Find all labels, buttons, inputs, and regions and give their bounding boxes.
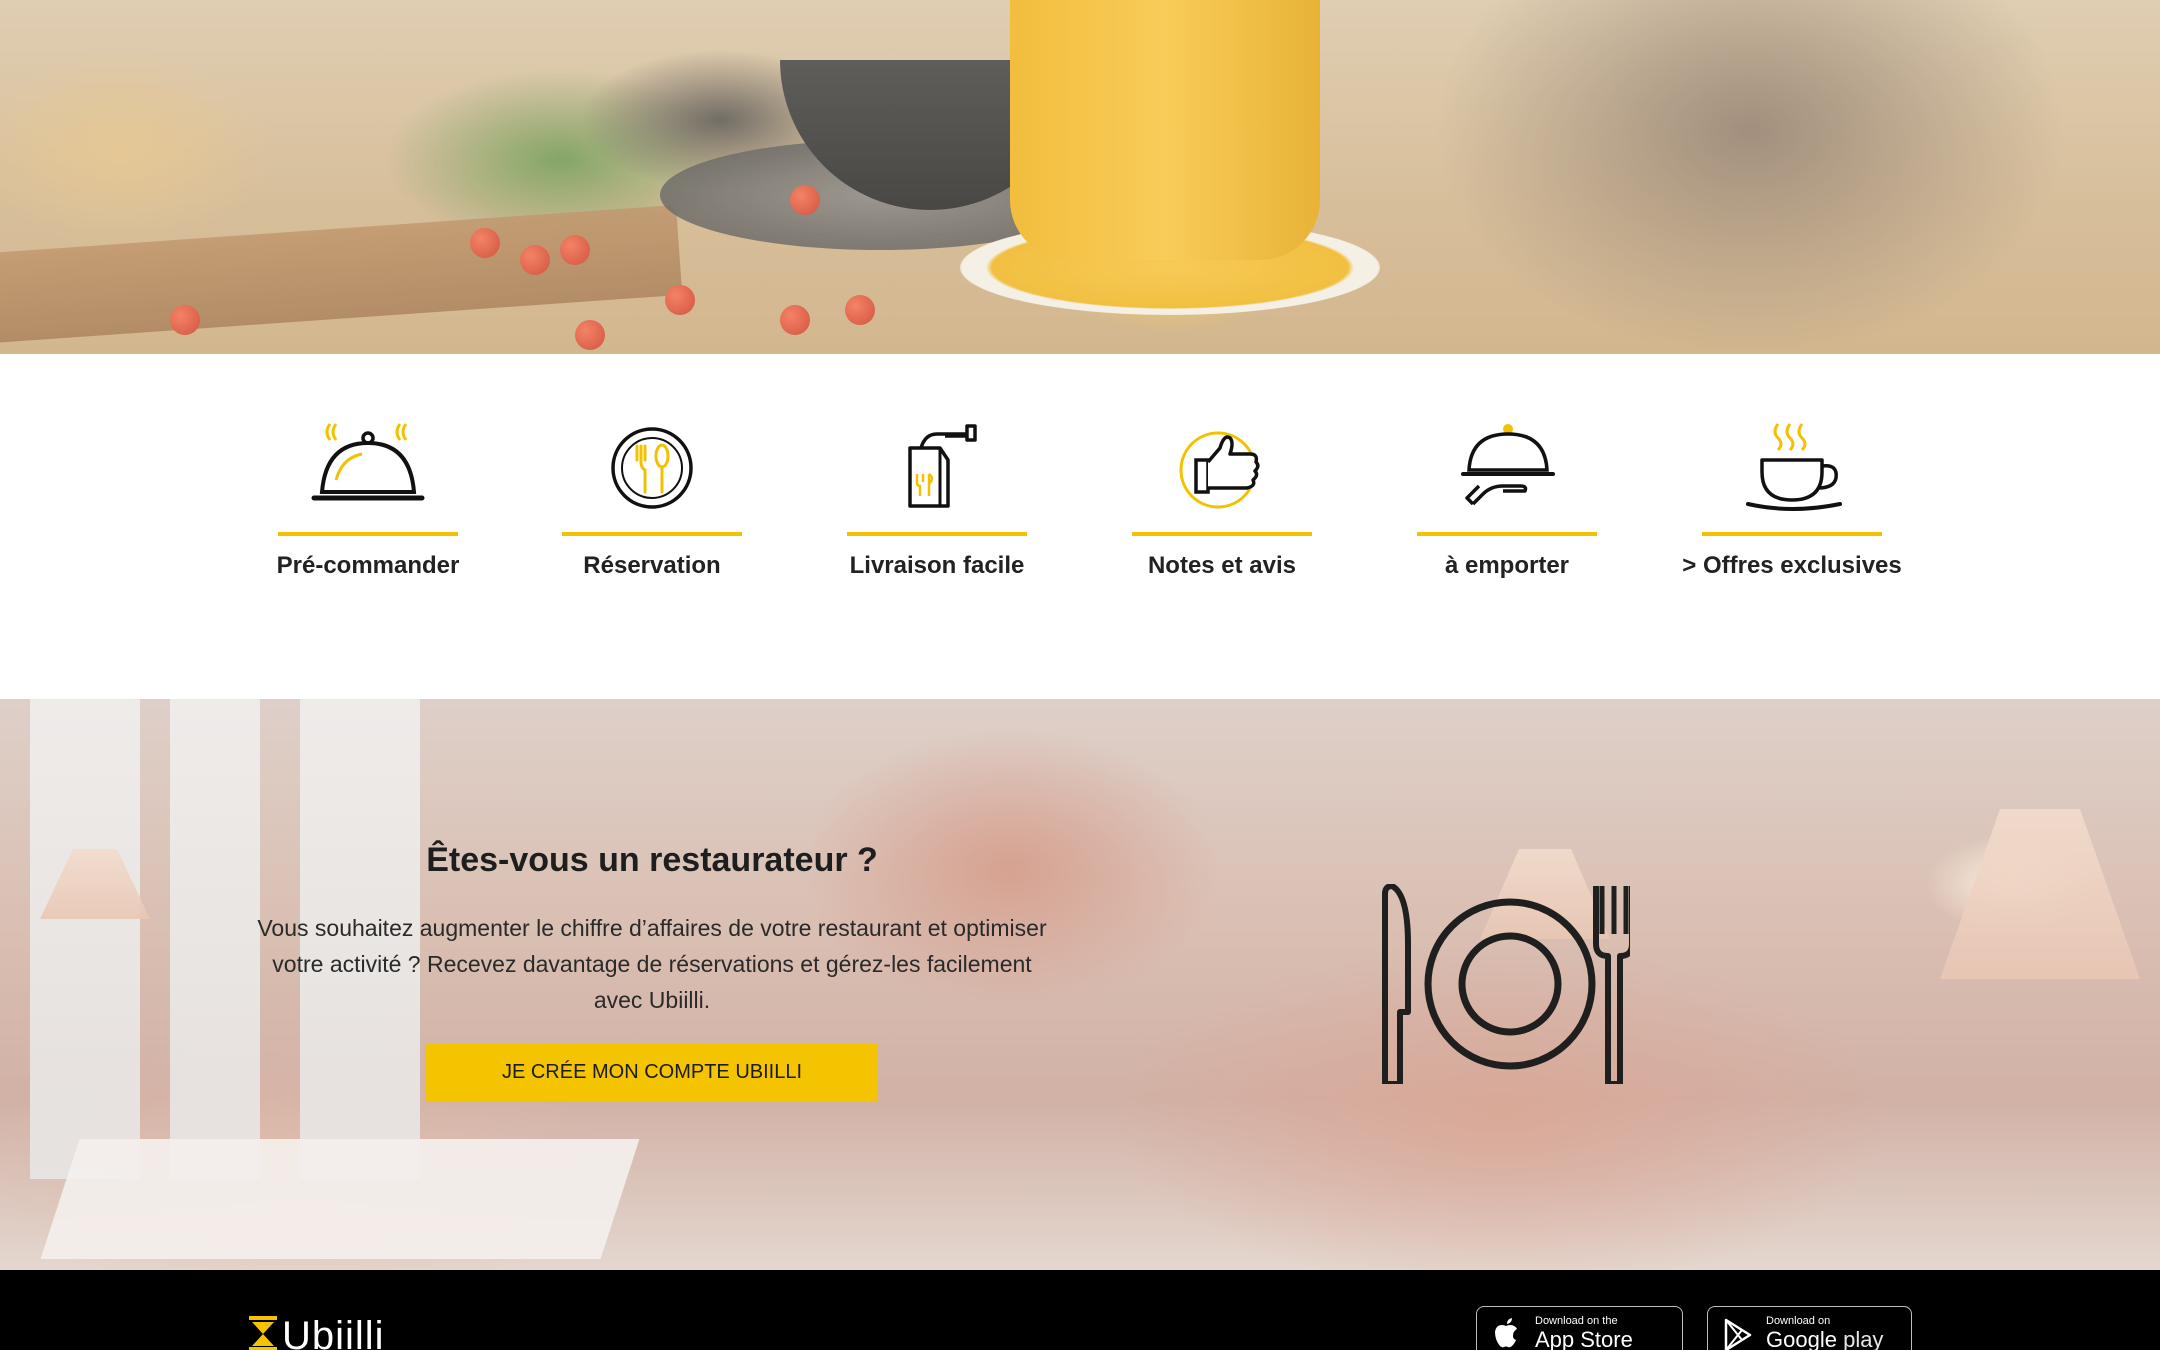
- footer: Ubiilli Download on the App Store Downlo…: [0, 1270, 2160, 1350]
- feature-a-emporter[interactable]: à emporter: [1387, 418, 1627, 588]
- feature-notes-avis[interactable]: Notes et avis: [1102, 418, 1342, 588]
- restaurateur-title: Êtes-vous un restaurateur ?: [426, 841, 878, 879]
- google-play-big: Google: [1766, 1327, 1837, 1350]
- feature-underline: [562, 532, 742, 536]
- thumbs-up-icon: [1179, 431, 1260, 509]
- feature-label: Notes et avis: [1147, 552, 1297, 579]
- google-play-small: Download on: [1766, 1315, 1831, 1327]
- app-store-badge[interactable]: Download on the App Store: [1476, 1306, 1683, 1350]
- google-play-icon: [1724, 1318, 1752, 1350]
- feature-precommander[interactable]: Pré-commander: [248, 418, 488, 588]
- coffee-cup-icon: [1746, 423, 1842, 511]
- feature-label: Réservation: [583, 552, 721, 579]
- feature-label: > Offres exclusives: [1682, 552, 1902, 579]
- apple-icon: [1495, 1318, 1517, 1348]
- feature-label: Livraison facile: [849, 552, 1025, 579]
- logo-text: Ubiilli: [282, 1314, 385, 1350]
- feature-underline: [1417, 532, 1597, 536]
- restaurateur-section: Êtes-vous un restaurateur ? Vous souhait…: [0, 699, 2160, 1270]
- feature-underline: [278, 532, 458, 536]
- knife-plate-fork-icon: [1382, 884, 1630, 1084]
- feature-underline: [847, 532, 1027, 536]
- plate-cutlery-icon: [611, 427, 693, 509]
- google-play-big-suffix: play: [1843, 1327, 1884, 1350]
- create-account-button[interactable]: JE CRÉE MON COMPTE UBIILLI: [426, 1043, 878, 1102]
- ubiilli-logo[interactable]: Ubiilli: [248, 1316, 385, 1350]
- feature-underline: [1132, 532, 1312, 536]
- app-store-big: App Store: [1535, 1327, 1633, 1350]
- hero-overlay: [0, 0, 2160, 354]
- features-section: Pré-commander Réservation Livraison faci…: [0, 354, 2160, 699]
- hourglass-icon: [249, 1316, 277, 1350]
- serving-hand-icon: [1461, 424, 1555, 506]
- hero-food-image: [0, 0, 2160, 354]
- cloche-icon: [311, 423, 425, 501]
- feature-reservation[interactable]: Réservation: [532, 418, 772, 588]
- delivery-bag-icon: [908, 424, 977, 508]
- google-play-badge[interactable]: Download on Google play: [1707, 1306, 1912, 1350]
- feature-label: à emporter: [1444, 552, 1570, 579]
- feature-livraison[interactable]: Livraison facile: [817, 418, 1057, 588]
- restaurateur-description: Vous souhaitez augmenter le chiffre d’af…: [257, 915, 1047, 1013]
- feature-underline: [1702, 532, 1882, 536]
- app-store-small: Download on the: [1535, 1315, 1618, 1327]
- feature-label: Pré-commander: [276, 552, 460, 579]
- feature-offres-exclusives[interactable]: > Offres exclusives: [1672, 418, 1912, 588]
